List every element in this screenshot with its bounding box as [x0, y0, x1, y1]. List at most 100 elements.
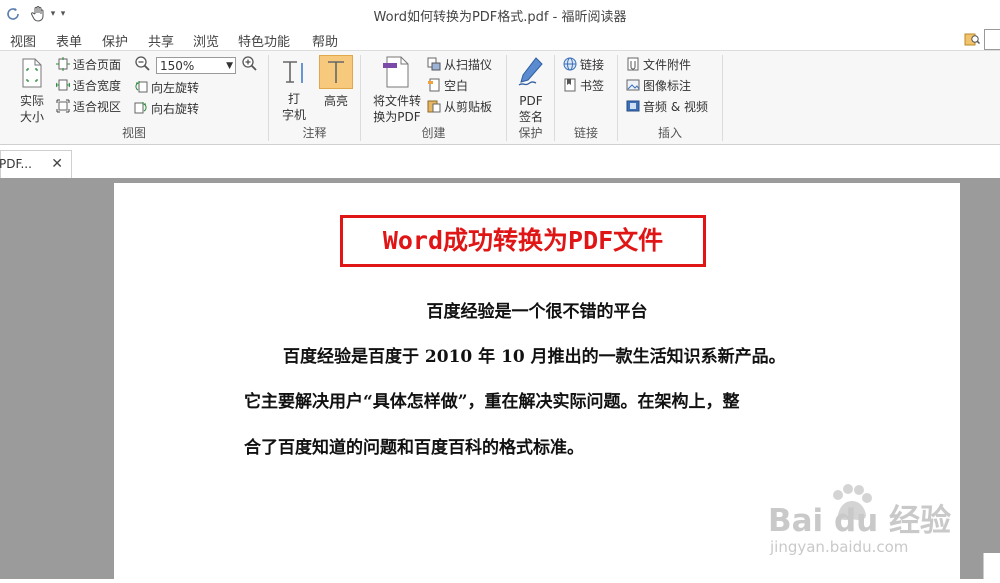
convert-file-icon: [367, 55, 427, 93]
pdf-sign-label-2: 签名: [518, 110, 543, 124]
zoom-in-icon[interactable]: [241, 55, 259, 73]
audio-video-label: 音频 & 视频: [643, 99, 708, 114]
ribbon-group-create: 将文件转 换为PDF 从扫描仪 空白 从剪贴板 创建: [361, 51, 506, 144]
file-attachment-label: 文件附件: [643, 57, 692, 72]
convert-label-1: 将文件转: [372, 94, 421, 108]
pdf-sign-label-1: PDF: [519, 94, 543, 108]
fit-width-icon: [55, 78, 71, 92]
typewriter-label-1: 打: [287, 92, 300, 106]
search-area: [960, 27, 1000, 51]
zoom-out-icon[interactable]: [134, 55, 152, 73]
globe-link-icon: [563, 57, 577, 71]
typewriter-button[interactable]: 打 字机: [277, 57, 311, 123]
fit-page-label: 适合页面: [73, 57, 122, 72]
document-tab-bar: PDF... ✕: [0, 145, 1000, 179]
pen-signature-icon: [513, 55, 549, 93]
bookmark-icon: [563, 78, 577, 92]
document-title: Word成功转换为PDF文件: [340, 215, 706, 267]
blank-page-icon: [427, 78, 441, 92]
menu-share[interactable]: 共享: [148, 31, 174, 50]
fit-page-icon: [56, 57, 70, 71]
highlight-label: 高亮: [323, 94, 348, 108]
right-edge-panel: [983, 553, 1000, 579]
fit-view-button[interactable]: 适合视区: [56, 97, 121, 115]
image-annotation-label: 图像标注: [643, 78, 692, 93]
paragraph-line-2: 它主要解决用户“具体怎样做”，重在解决实际问题。在架构上，整: [244, 392, 740, 412]
ribbon-separator: [722, 55, 723, 141]
menu-bar: 视图 表单 保护 共享 浏览 特色功能 帮助: [0, 28, 1000, 51]
bookmark-button[interactable]: 书签: [563, 76, 604, 94]
menu-form[interactable]: 表单: [56, 31, 82, 50]
menu-browse[interactable]: 浏览: [193, 31, 219, 50]
document-subtitle: 百度经验是一个很不错的平台: [426, 302, 648, 322]
fit-view-label: 适合视区: [73, 99, 122, 114]
audio-video-button[interactable]: 音频 & 视频: [626, 97, 708, 115]
rotate-left-icon: [134, 80, 148, 94]
attachment-icon: [626, 57, 640, 71]
menu-view[interactable]: 视图: [10, 31, 36, 50]
highlight-button[interactable]: 高亮: [318, 55, 354, 109]
document-tab[interactable]: PDF... ✕: [0, 150, 72, 179]
ribbon-group-view: 实际 大小 适合页面 适合宽度 适合视区 150% ▼ 向左旋转 向右旋转 视图: [0, 51, 268, 144]
menu-protect[interactable]: 保护: [102, 31, 128, 50]
close-icon[interactable]: ✕: [51, 151, 63, 177]
watermark-url: jingyan.baidu.com: [770, 538, 909, 556]
paragraph-line-3: 合了百度知道的问题和百度百科的格式标准。: [244, 438, 584, 458]
zoom-value: 150%: [160, 59, 195, 73]
typewriter-icon: [277, 57, 311, 91]
insert-group-label: 插入: [657, 126, 682, 140]
document-tab-label: PDF...: [0, 157, 32, 171]
watermark-brand: Bai du 经验: [768, 503, 952, 539]
rotate-left-label: 向左旋转: [151, 80, 200, 95]
fit-width-button[interactable]: 适合宽度: [55, 76, 121, 94]
title-bar: ▾ ▾ Word如何转换为PDF格式.pdf - 福昕阅读器: [0, 0, 1000, 28]
rotate-right-button[interactable]: 向右旋转: [134, 99, 199, 117]
clipboard-icon: [427, 99, 441, 113]
pdf-page: Word成功转换为PDF文件 百度经验是一个很不错的平台 百度经验是百度于 20…: [114, 183, 960, 583]
image-annotation-icon: [626, 78, 640, 92]
zoom-dropdown-icon[interactable]: ▼: [226, 58, 233, 75]
scanner-icon: [427, 57, 441, 71]
blank-label: 空白: [444, 78, 469, 93]
typewriter-label-2: 字机: [281, 108, 306, 122]
fit-page-button[interactable]: 适合页面: [56, 55, 121, 73]
ribbon-group-protect: PDF 签名 保护: [507, 51, 554, 144]
fit-view-icon: [56, 99, 70, 113]
find-icon[interactable]: [964, 31, 981, 47]
image-annotation-button[interactable]: 图像标注: [626, 76, 691, 94]
highlight-icon: [319, 55, 353, 89]
convert-label-2: 换为PDF: [373, 110, 421, 124]
search-input[interactable]: [984, 29, 1000, 50]
window-title: Word如何转换为PDF格式.pdf - 福昕阅读器: [373, 10, 627, 25]
actual-size-icon: [14, 57, 50, 93]
menu-help[interactable]: 帮助: [312, 31, 338, 50]
link-button[interactable]: 链接: [563, 55, 604, 73]
ribbon-group-insert: 文件附件 图像标注 音频 & 视频 插入: [618, 51, 722, 144]
rotate-left-button[interactable]: 向左旋转: [134, 78, 199, 96]
ribbon-group-comment: 打 字机 高亮 注释: [269, 51, 360, 144]
pdf-sign-button[interactable]: PDF 签名: [513, 55, 549, 125]
rotate-right-icon: [134, 101, 148, 115]
actual-size-label-2: 大小: [19, 110, 44, 124]
from-scanner-button[interactable]: 从扫描仪: [427, 55, 492, 73]
rotate-right-label: 向右旋转: [151, 101, 200, 116]
ribbon: 实际 大小 适合页面 适合宽度 适合视区 150% ▼ 向左旋转 向右旋转 视图…: [0, 51, 1000, 145]
paragraph-line-1: 百度经验是百度于 2010 年 10 月推出的一款生活知识系新产品。: [283, 347, 786, 367]
from-clipboard-button[interactable]: 从剪贴板: [427, 97, 492, 115]
convert-to-pdf-button[interactable]: 将文件转 换为PDF: [367, 55, 427, 125]
comment-group-label: 注释: [302, 126, 327, 140]
protect-group-label: 保护: [518, 126, 543, 140]
ribbon-group-links: 链接 书签 链接: [555, 51, 617, 144]
menu-features[interactable]: 特色功能: [238, 31, 290, 50]
link-label: 链接: [580, 57, 605, 72]
actual-size-button[interactable]: 实际 大小: [14, 57, 50, 125]
from-clipboard-label: 从剪贴板: [444, 99, 493, 114]
create-group-label: 创建: [421, 126, 446, 140]
blank-button[interactable]: 空白: [427, 76, 468, 94]
actual-size-label-1: 实际: [19, 94, 44, 108]
bookmark-label: 书签: [580, 78, 605, 93]
zoom-select[interactable]: 150% ▼: [156, 57, 236, 74]
document-workspace[interactable]: Word成功转换为PDF文件 百度经验是一个很不错的平台 百度经验是百度于 20…: [0, 178, 1000, 583]
view-group-label: 视图: [121, 126, 146, 140]
file-attachment-button[interactable]: 文件附件: [626, 55, 691, 73]
